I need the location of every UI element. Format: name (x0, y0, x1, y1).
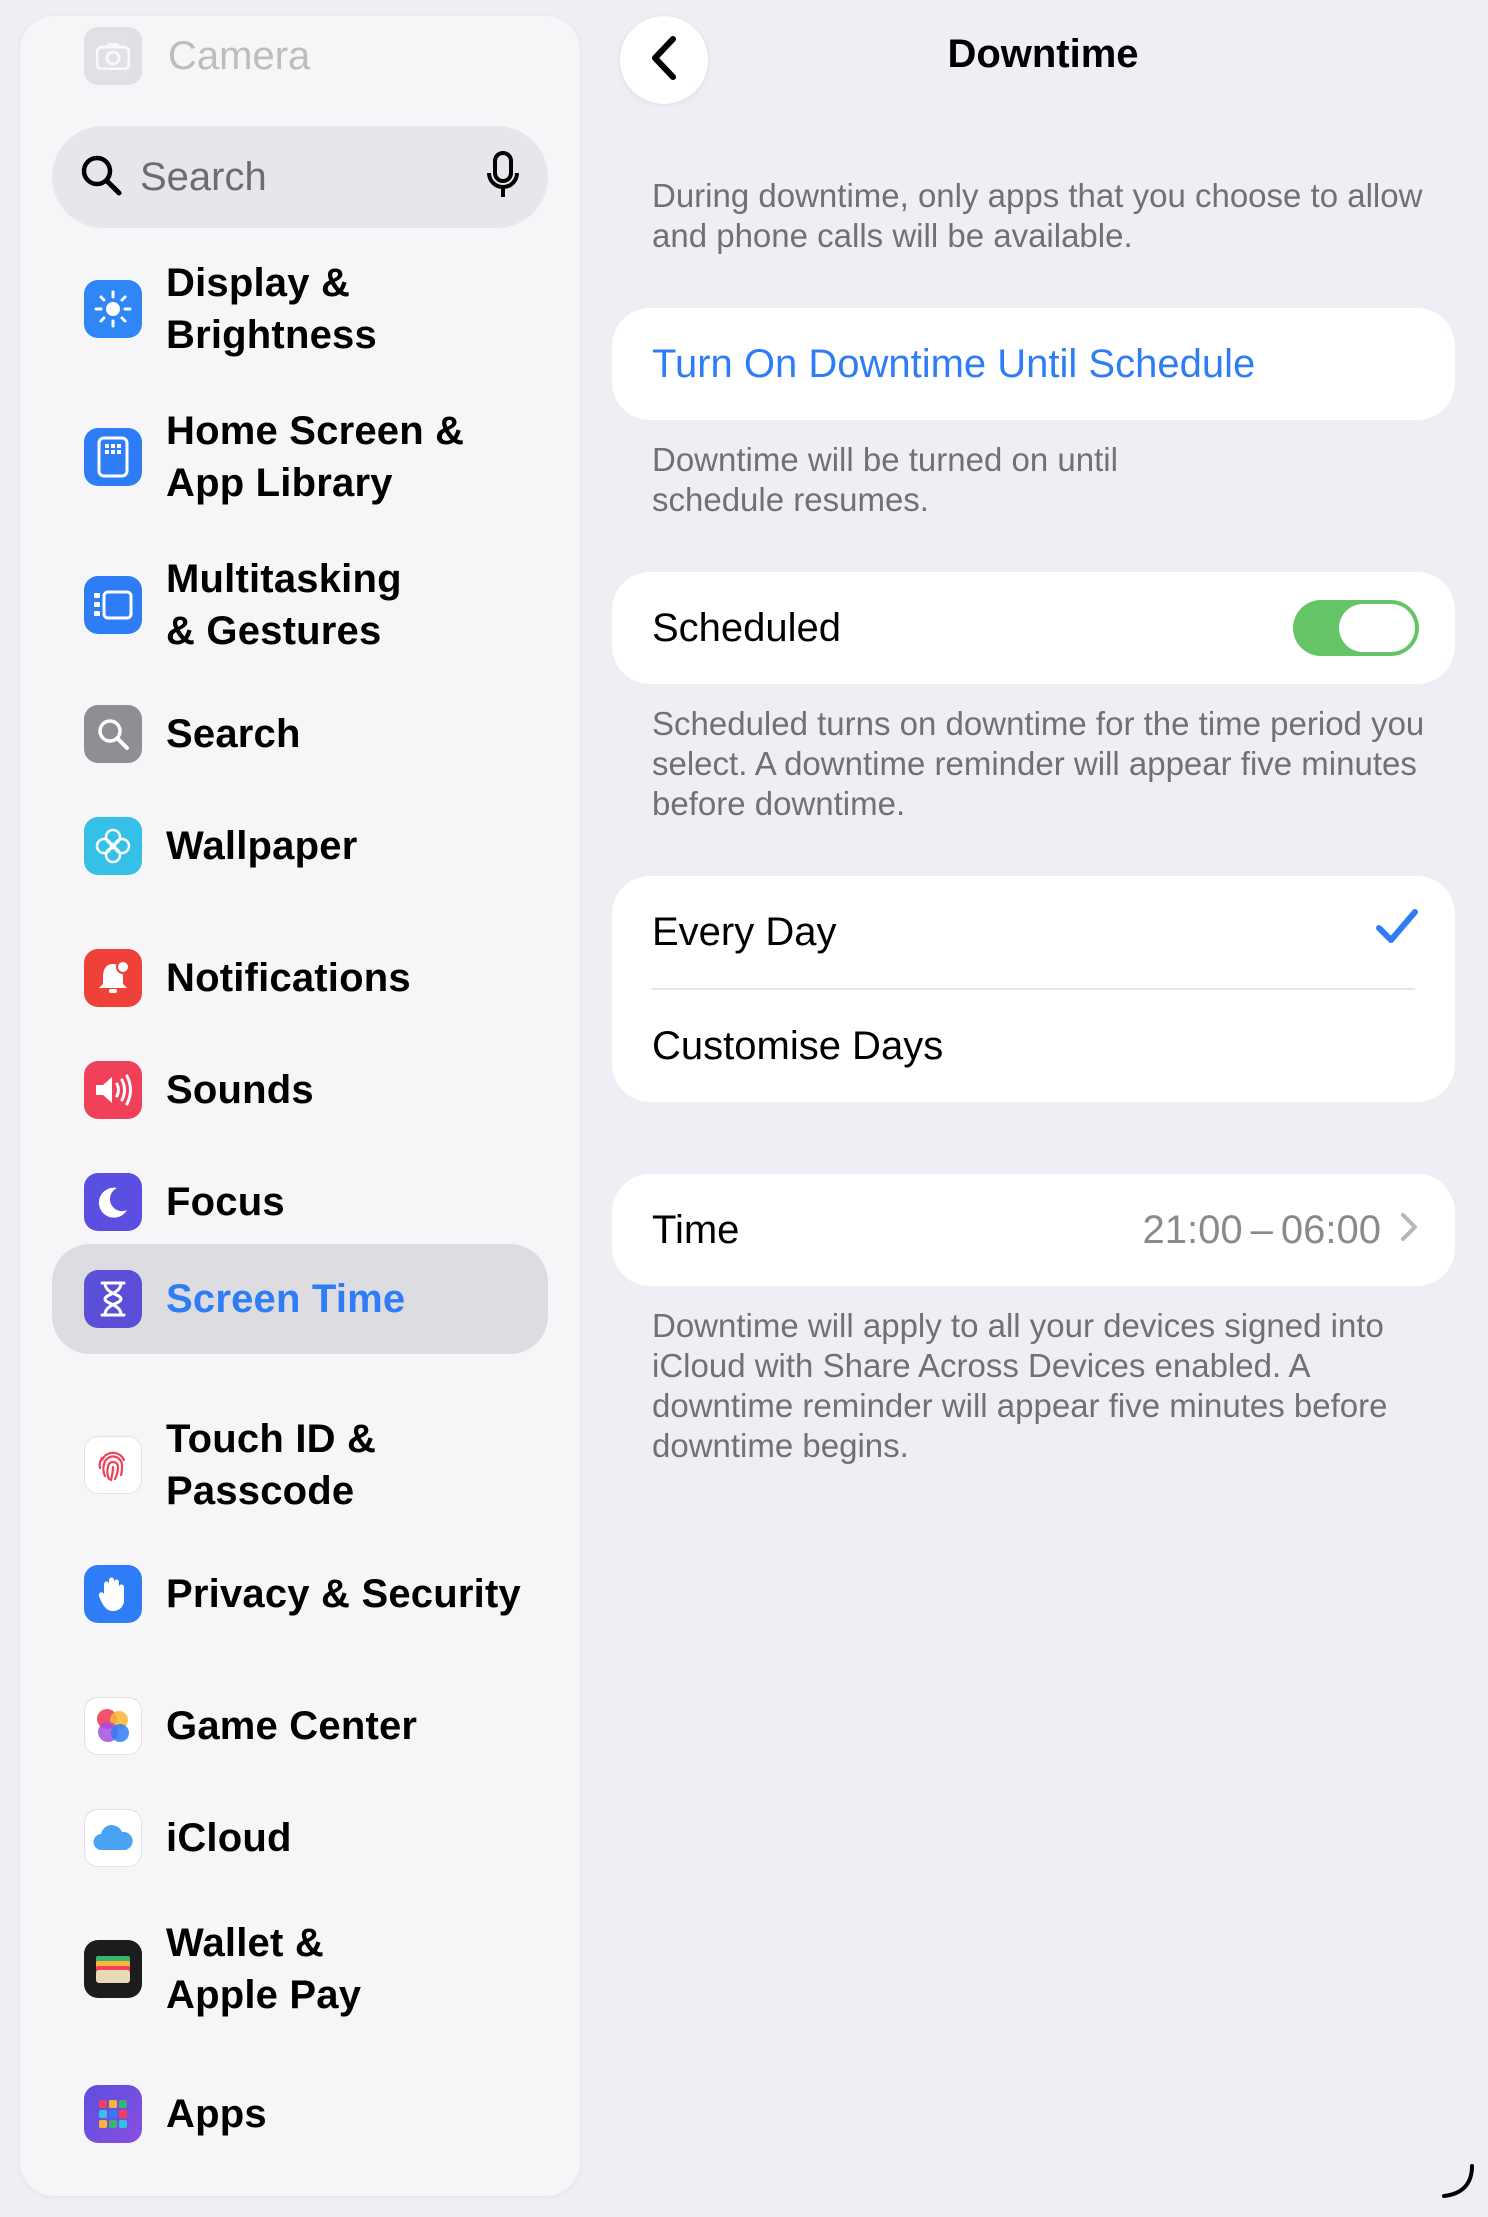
flower-icon (84, 817, 142, 875)
sidebar-item-wallet[interactable]: Wallet & Apple Pay (52, 1902, 548, 2036)
every-day-option[interactable]: Every Day (612, 876, 1455, 988)
apps-grid-icon (84, 2085, 142, 2143)
sidebar-item-label: Notifications (166, 956, 411, 1000)
camera-icon (84, 27, 142, 85)
sidebar-item-label: Camera (168, 33, 311, 78)
sidebar-item-label: Privacy & Security (166, 1572, 521, 1616)
multitasking-icon (84, 576, 142, 634)
sidebar-item-display-brightness[interactable]: Display & Brightness (52, 242, 548, 376)
bell-icon (84, 949, 142, 1007)
resize-corner-icon (1438, 2162, 1478, 2207)
scheduled-card: Scheduled (612, 572, 1455, 684)
sidebar-item-label: Multitasking (166, 557, 402, 601)
sidebar-item-label: Passcode (166, 1469, 355, 1513)
time-label: Time (652, 1207, 740, 1252)
sidebar-item-label: Search (166, 712, 301, 756)
time-card: Time 21:00 – 06:00 (612, 1174, 1455, 1286)
moon-icon (84, 1173, 142, 1231)
intro-text: During downtime, only apps that you choo… (652, 177, 1423, 254)
sidebar-item-multitasking[interactable]: Multitasking & Gestures (52, 538, 548, 672)
scheduled-label: Scheduled (652, 605, 842, 650)
toggle-knob (1339, 604, 1415, 652)
day-options-card: Every Day Customise Days (612, 876, 1455, 1102)
time-row[interactable]: Time 21:00 – 06:00 (612, 1174, 1455, 1286)
sidebar-item-label: Home Screen & (166, 409, 465, 453)
customise-days-option[interactable]: Customise Days (612, 990, 1455, 1102)
sidebar-item-screen-time[interactable]: Screen Time (52, 1244, 548, 1354)
time-value: 21:00 – 06:00 (1142, 1207, 1381, 1252)
sidebar: Camera Search Display & Brightness Home … (20, 16, 580, 2196)
sidebar-item-label: Wallet & (166, 1921, 324, 1965)
scheduled-row: Scheduled (612, 572, 1455, 684)
sidebar-item-label: App Library (166, 461, 393, 505)
game-center-icon (84, 1697, 142, 1755)
sidebar-item-search[interactable]: Search (52, 682, 548, 786)
checkmark-icon (1375, 908, 1419, 956)
sidebar-item-camera[interactable]: Camera (84, 27, 311, 85)
home-screen-icon (84, 428, 142, 486)
turn-on-card: Turn On Downtime Until Schedule (612, 308, 1455, 420)
sidebar-item-label: & Gestures (166, 609, 382, 653)
hand-icon (84, 1565, 142, 1623)
magnifier-icon (84, 705, 142, 763)
sidebar-item-label: Focus (166, 1180, 285, 1224)
cloud-icon (84, 1809, 142, 1867)
time-footnote: Downtime will apply to all your devices … (652, 1307, 1388, 1464)
turn-on-footnote: Downtime will be turned on until schedul… (652, 441, 1118, 518)
sidebar-item-home-screen[interactable]: Home Screen & App Library (52, 390, 548, 524)
chevron-right-icon (1399, 1208, 1419, 1253)
fingerprint-icon (84, 1436, 142, 1494)
speaker-icon (84, 1061, 142, 1119)
scheduled-toggle[interactable] (1293, 600, 1419, 656)
sidebar-item-label: Game Center (166, 1704, 418, 1748)
sidebar-item-label: iCloud (166, 1816, 292, 1860)
sidebar-item-label: Wallpaper (166, 824, 358, 868)
scheduled-footnote: Scheduled turns on downtime for the time… (652, 705, 1425, 822)
sidebar-item-wallpaper[interactable]: Wallpaper (52, 794, 548, 898)
back-button[interactable] (620, 16, 708, 104)
sidebar-item-privacy-security[interactable]: Privacy & Security (52, 1542, 548, 1646)
sidebar-item-notifications[interactable]: Notifications (52, 926, 548, 1030)
sidebar-item-touch-id[interactable]: Touch ID & Passcode (52, 1398, 548, 1532)
sidebar-item-sounds[interactable]: Sounds (52, 1038, 548, 1142)
search-placeholder: Search (140, 154, 267, 199)
sidebar-item-label: Apple Pay (166, 1973, 362, 2017)
turn-on-downtime-button[interactable]: Turn On Downtime Until Schedule (612, 308, 1455, 420)
chevron-left-icon (649, 35, 679, 86)
wallet-icon (84, 1940, 142, 1998)
every-day-label: Every Day (652, 909, 837, 954)
sidebar-item-label: Apps (166, 2092, 267, 2136)
hourglass-icon (84, 1270, 142, 1328)
sidebar-item-label: Screen Time (166, 1277, 406, 1321)
turn-on-downtime-label: Turn On Downtime Until Schedule (652, 341, 1256, 386)
sidebar-item-apps[interactable]: Apps (52, 2062, 548, 2166)
sidebar-item-game-center[interactable]: Game Center (52, 1674, 548, 1778)
sidebar-item-focus[interactable]: Focus (52, 1150, 548, 1254)
sidebar-item-label: Brightness (166, 313, 377, 357)
sidebar-item-icloud[interactable]: iCloud (52, 1786, 548, 1890)
search-input[interactable]: Search (52, 126, 548, 228)
page-title: Downtime (947, 32, 1139, 76)
sidebar-item-label: Sounds (166, 1068, 314, 1112)
customise-days-label: Customise Days (652, 1023, 944, 1068)
sidebar-item-label: Display & (166, 261, 351, 305)
sidebar-item-label: Touch ID & (166, 1417, 377, 1461)
microphone-icon[interactable] (486, 150, 520, 204)
sun-icon (84, 280, 142, 338)
search-icon (80, 154, 122, 201)
